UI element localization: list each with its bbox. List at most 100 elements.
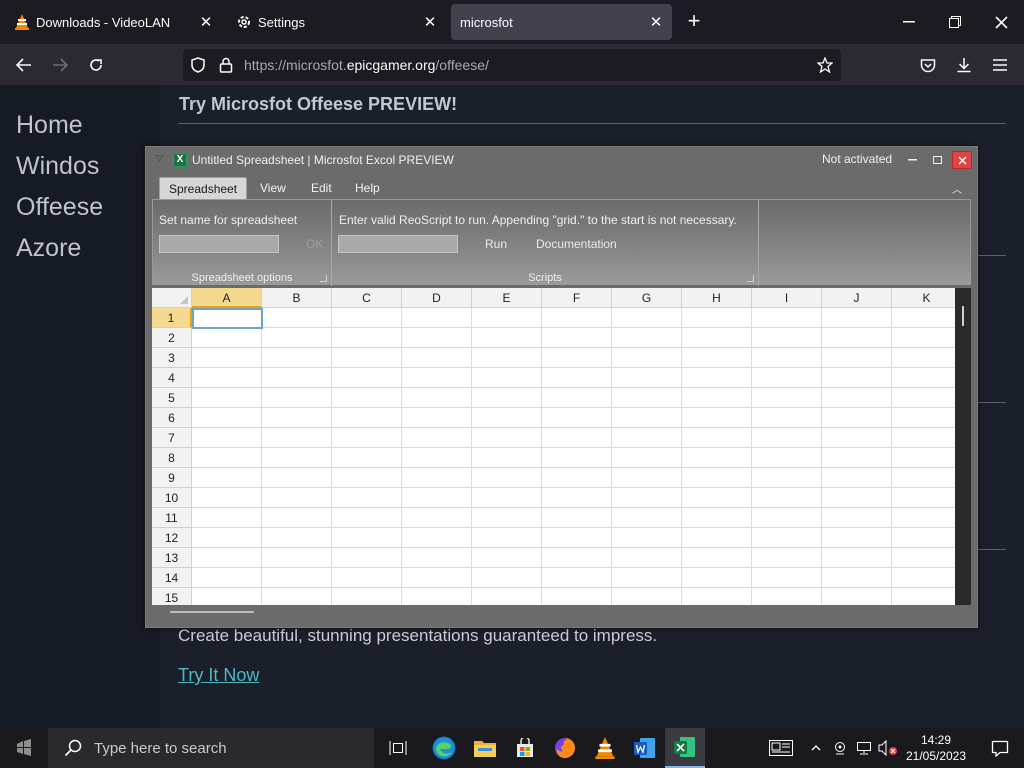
script-input[interactable]	[338, 235, 458, 253]
file-explorer-icon[interactable]	[465, 728, 505, 768]
chevron-up-icon[interactable]	[808, 728, 824, 768]
collapse-ribbon-icon[interactable]: ︿	[952, 181, 962, 196]
excol-taskbar-icon[interactable]	[665, 728, 705, 768]
restore-button[interactable]	[932, 0, 978, 44]
start-button[interactable]	[0, 728, 48, 768]
row-header[interactable]: 3	[152, 348, 192, 368]
close-tab-icon[interactable]: ✕	[418, 10, 442, 34]
column-header[interactable]: C	[332, 288, 402, 308]
taskbar-search-box[interactable]: Type here to search	[48, 728, 374, 768]
downloads-icon[interactable]	[951, 52, 977, 78]
row-header[interactable]: 13	[152, 548, 192, 568]
row-header[interactable]: 7	[152, 428, 192, 448]
ok-button[interactable]: OK	[306, 237, 323, 251]
new-tab-button[interactable]: +	[682, 10, 706, 34]
row-header[interactable]: 5	[152, 388, 192, 408]
shield-icon[interactable]	[189, 56, 207, 74]
cell-area[interactable]	[192, 308, 955, 605]
column-header[interactable]: G	[612, 288, 682, 308]
page-heading: Try Microsfot Offeese PREVIEW!	[179, 94, 458, 114]
task-view-icon[interactable]	[378, 728, 418, 768]
column-header[interactable]: E	[472, 288, 542, 308]
microsoft-store-icon[interactable]	[505, 728, 545, 768]
column-header[interactable]: H	[682, 288, 752, 308]
reload-button[interactable]	[83, 52, 109, 78]
excol-maximize-button[interactable]	[927, 151, 947, 169]
network-icon[interactable]	[853, 728, 875, 768]
run-button[interactable]: Run	[485, 237, 507, 251]
star-bookmark-icon[interactable]	[816, 56, 834, 74]
back-button[interactable]	[11, 52, 37, 78]
group-expand-icon[interactable]	[747, 275, 754, 282]
volume-muted-icon[interactable]	[876, 728, 900, 768]
edge-icon[interactable]	[424, 728, 464, 768]
column-header[interactable]: D	[402, 288, 472, 308]
notification-center-icon[interactable]	[976, 728, 1024, 768]
nav-windos-link[interactable]: Windos	[16, 152, 99, 181]
tab-title: Settings	[258, 14, 305, 30]
column-header[interactable]: I	[752, 288, 822, 308]
excol-minimize-button[interactable]	[902, 151, 922, 169]
row-header[interactable]: 11	[152, 508, 192, 528]
row-header[interactable]: 8	[152, 448, 192, 468]
clock-date: 21/05/2023	[905, 749, 967, 763]
spreadsheet-name-input[interactable]	[159, 235, 279, 253]
active-cell[interactable]	[192, 308, 263, 329]
tab-spreadsheet[interactable]: Spreadsheet	[159, 177, 248, 199]
column-header[interactable]: B	[262, 288, 332, 308]
spreadsheet-grid[interactable]: ABCDEFGHIJK 1 2 3 4 5 6 7 8 9 10 11 12 13 14 15	[152, 288, 955, 605]
documentation-button[interactable]: Documentation	[536, 237, 617, 251]
vertical-scrollbar[interactable]	[955, 288, 971, 605]
excol-title-bar[interactable]: ▽ X Untitled Spreadsheet | Microsfot Exc…	[146, 147, 977, 173]
horizontal-scrollbar[interactable]	[152, 605, 955, 621]
row-header[interactable]: 10	[152, 488, 192, 508]
row-header[interactable]: 14	[152, 568, 192, 588]
row-header[interactable]: 2	[152, 328, 192, 348]
row-header[interactable]: 15	[152, 588, 192, 605]
url-text[interactable]: https://microsfot.epicgamer.org/offeese/	[244, 57, 489, 73]
system-menu-icon[interactable]: ▽	[156, 153, 166, 163]
scrollbar-thumb[interactable]	[962, 306, 964, 326]
tab-microsfot[interactable]: microsfot ✕	[451, 4, 672, 40]
group-expand-icon[interactable]	[320, 275, 327, 282]
select-all-corner[interactable]	[152, 288, 192, 308]
row-header[interactable]: 6	[152, 408, 192, 428]
column-header[interactable]: K	[892, 288, 955, 308]
pocket-icon[interactable]	[915, 52, 941, 78]
tab-edit[interactable]: Edit	[302, 177, 341, 199]
scrollbar-thumb[interactable]	[170, 611, 254, 613]
excol-close-button[interactable]	[952, 151, 972, 169]
close-tab-icon[interactable]: ✕	[194, 10, 218, 34]
taskbar-clock[interactable]: 14:29 21/05/2023	[900, 732, 972, 764]
vlc-icon[interactable]	[585, 728, 625, 768]
news-widget-icon[interactable]	[764, 728, 798, 768]
url-bar[interactable]: https://microsfot.epicgamer.org/offeese/	[183, 49, 841, 81]
excel-app-icon: X	[173, 153, 187, 167]
nav-azore-link[interactable]: Azore	[16, 234, 81, 263]
close-window-button[interactable]	[978, 0, 1024, 44]
column-header[interactable]: A	[192, 288, 262, 308]
minimize-button[interactable]	[886, 0, 932, 44]
hamburger-menu-icon[interactable]	[987, 52, 1013, 78]
lock-icon[interactable]	[217, 56, 235, 74]
close-tab-icon[interactable]: ✕	[644, 10, 668, 34]
column-header[interactable]: J	[822, 288, 892, 308]
try-it-now-link[interactable]: Try It Now	[178, 665, 259, 686]
firefox-icon[interactable]	[545, 728, 585, 768]
row-header[interactable]: 4	[152, 368, 192, 388]
word-icon[interactable]	[625, 728, 665, 768]
tab-view[interactable]: View	[251, 177, 295, 199]
webcam-icon[interactable]	[831, 728, 849, 768]
row-header[interactable]: 1	[152, 308, 192, 328]
row-header[interactable]: 9	[152, 468, 192, 488]
tab-downloads-videolan[interactable]: Downloads - VideoLAN ✕	[4, 4, 222, 40]
nav-offeese-link[interactable]: Offeese	[16, 193, 103, 222]
tab-help[interactable]: Help	[346, 177, 389, 199]
search-placeholder: Type here to search	[94, 740, 227, 757]
column-header[interactable]: F	[542, 288, 612, 308]
excol-window: ▽ X Untitled Spreadsheet | Microsfot Exc…	[145, 146, 978, 628]
nav-home-link[interactable]: Home	[16, 111, 83, 140]
row-header[interactable]: 12	[152, 528, 192, 548]
forward-button[interactable]	[47, 52, 73, 78]
tab-settings[interactable]: Settings ✕	[226, 4, 446, 40]
